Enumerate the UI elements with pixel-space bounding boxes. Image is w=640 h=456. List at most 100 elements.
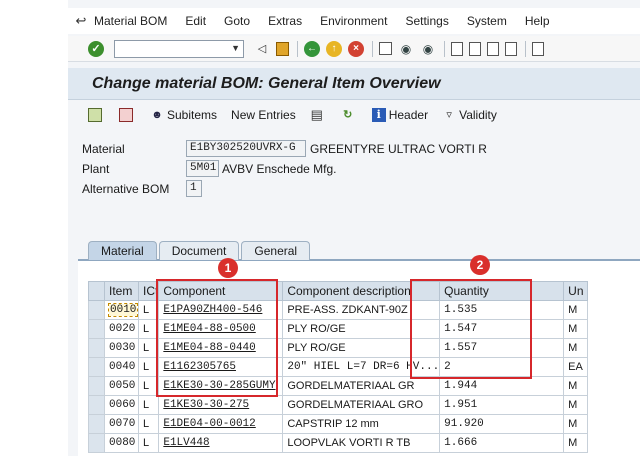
application-toolbar: ☻ Subitems New Entries ▤ ↻ i Header ▿ Valid… (68, 104, 640, 126)
material-label: Material (82, 142, 125, 156)
row-selector[interactable] (88, 319, 105, 339)
component-cell[interactable]: E1KE30-30-275 (158, 395, 284, 415)
unit-cell[interactable]: M (563, 338, 589, 358)
item-cell[interactable]: 0010 (104, 300, 139, 320)
sap-window: ↩ Material BOM Edit Goto Extras Environm… (68, 0, 640, 456)
item-category-cell[interactable]: L (137, 414, 160, 434)
find-icon[interactable]: ◉ (398, 41, 414, 57)
unit-cell[interactable]: M (563, 395, 589, 415)
previous-page-icon[interactable] (469, 41, 481, 56)
component-description-cell[interactable]: CAPSTRIP 12 mm (282, 414, 441, 434)
item-value: 0010 (107, 303, 138, 317)
menu-material-bom[interactable]: Material BOM (94, 14, 167, 28)
component-description-cell[interactable]: LOOPVLAK VORTI R TB (282, 433, 441, 453)
cancel-icon[interactable]: × (348, 40, 364, 57)
header-button[interactable]: i Header (371, 108, 429, 122)
unit-cell[interactable]: EA (563, 357, 589, 377)
menu-environment[interactable]: Environment (320, 14, 387, 28)
row-selector[interactable] (88, 300, 105, 320)
item-cell[interactable]: 0020 (104, 319, 139, 339)
toolbar-separator (525, 40, 526, 57)
row-selector[interactable] (88, 376, 105, 396)
unit-cell[interactable]: M (563, 414, 589, 434)
enter-checkmark-icon[interactable]: ✓ (88, 40, 104, 57)
component-cell[interactable]: E1LV448 (158, 433, 284, 453)
new-entries-button[interactable]: New Entries (231, 108, 296, 122)
tab-material[interactable]: Material (88, 241, 157, 260)
alternative-bom-label: Alternative BOM (82, 182, 170, 196)
menu-system[interactable]: System (467, 14, 507, 28)
table-row: 0060 L E1KE30-30-275 GORDELMATERIAAL GRO… (88, 395, 589, 415)
select-all-header[interactable] (88, 281, 105, 301)
command-field[interactable]: ▼ (114, 39, 244, 58)
plant-description: AVBV Enschede Mfg. (222, 162, 337, 176)
menu-settings[interactable]: Settings (405, 14, 448, 28)
row-selector[interactable] (88, 433, 105, 453)
page-title: Change material BOM: General Item Overvi… (92, 75, 441, 92)
first-page-icon[interactable] (451, 41, 463, 56)
exit-icon[interactable]: ↑ (326, 40, 342, 57)
delete-button[interactable]: ▤ (310, 108, 327, 122)
table-row: 0080 L E1LV448 LOOPVLAK VORTI R TB 1.666… (88, 433, 589, 453)
item-cell[interactable]: 0040 (104, 357, 139, 377)
new-session-icon[interactable] (532, 41, 544, 56)
subitems-button[interactable]: ☻ Subitems (150, 108, 217, 122)
quantity-cell[interactable]: 1.666 (439, 433, 565, 453)
item-cell[interactable]: 0070 (104, 414, 139, 434)
item-cell[interactable]: 0050 (104, 376, 139, 396)
row-selector[interactable] (88, 338, 105, 358)
unit-cell[interactable]: M (563, 433, 589, 453)
menu-goto[interactable]: Goto (224, 14, 250, 28)
component-cell[interactable]: E1DE04-00-0012 (158, 414, 284, 434)
header-label: Header (388, 108, 429, 122)
quantity-cell[interactable]: 1.944 (439, 376, 565, 396)
title-bar: Change material BOM: General Item Overvi… (68, 68, 640, 100)
column-header-unit[interactable]: Un (563, 281, 589, 301)
item-cell[interactable]: 0030 (104, 338, 139, 358)
standard-toolbar: ✓ ▼ ◁ ← ↑ × ◉ ◉ (68, 36, 640, 62)
component-description-cell[interactable]: GORDELMATERIAAL GR (282, 376, 441, 396)
validity-label: Validity (459, 108, 497, 122)
tab-strip: Material Document General (88, 241, 312, 260)
quantity-cell[interactable]: 91.920 (439, 414, 565, 434)
tab-general[interactable]: General (241, 241, 311, 260)
back-icon[interactable]: ← (304, 40, 320, 57)
plant-field[interactable]: 5M01 (186, 160, 219, 177)
quantity-cell[interactable]: 1.951 (439, 395, 565, 415)
material-field[interactable]: E1BY302520UVRX-G (186, 140, 306, 157)
last-page-icon[interactable] (505, 41, 517, 56)
row-selector[interactable] (88, 395, 105, 415)
component-highlight-box (156, 279, 278, 397)
validity-button[interactable]: ▿ Validity (442, 108, 497, 122)
menu-extras[interactable]: Extras (268, 14, 302, 28)
check-icon (88, 108, 102, 122)
check-button[interactable] (88, 108, 105, 122)
item-detail-icon (119, 108, 133, 122)
system-menu-icon[interactable]: ↩ (68, 13, 94, 29)
trash-icon: ▤ (310, 107, 323, 122)
column-header-item[interactable]: Item (104, 281, 139, 301)
component-description-cell[interactable]: GORDELMATERIAAL GRO (282, 395, 441, 415)
menu-help[interactable]: Help (525, 14, 550, 28)
item-cell[interactable]: 0080 (104, 433, 139, 453)
row-selector[interactable] (88, 357, 105, 377)
alternative-bom-field[interactable]: 1 (186, 180, 202, 197)
chevron-down-icon[interactable]: ▼ (231, 43, 240, 53)
find-next-icon[interactable]: ◉ (420, 41, 436, 57)
person-icon: ☻ (151, 109, 163, 121)
menu-edit[interactable]: Edit (185, 14, 206, 28)
print-icon[interactable] (379, 42, 392, 55)
item-cell[interactable]: 0060 (104, 395, 139, 415)
item-detail-button[interactable] (119, 108, 136, 122)
item-category-cell[interactable]: L (137, 433, 160, 453)
unit-cell[interactable]: M (563, 300, 589, 320)
save-icon[interactable] (276, 41, 289, 56)
next-page-icon[interactable] (487, 41, 499, 56)
item-category-cell[interactable]: L (137, 395, 160, 415)
unit-cell[interactable]: M (563, 376, 589, 396)
previous-arrow-icon[interactable]: ◁ (254, 41, 270, 57)
refresh-button[interactable]: ↻ (341, 108, 358, 122)
row-selector[interactable] (88, 414, 105, 434)
info-icon: i (371, 108, 386, 122)
unit-cell[interactable]: M (563, 319, 589, 339)
